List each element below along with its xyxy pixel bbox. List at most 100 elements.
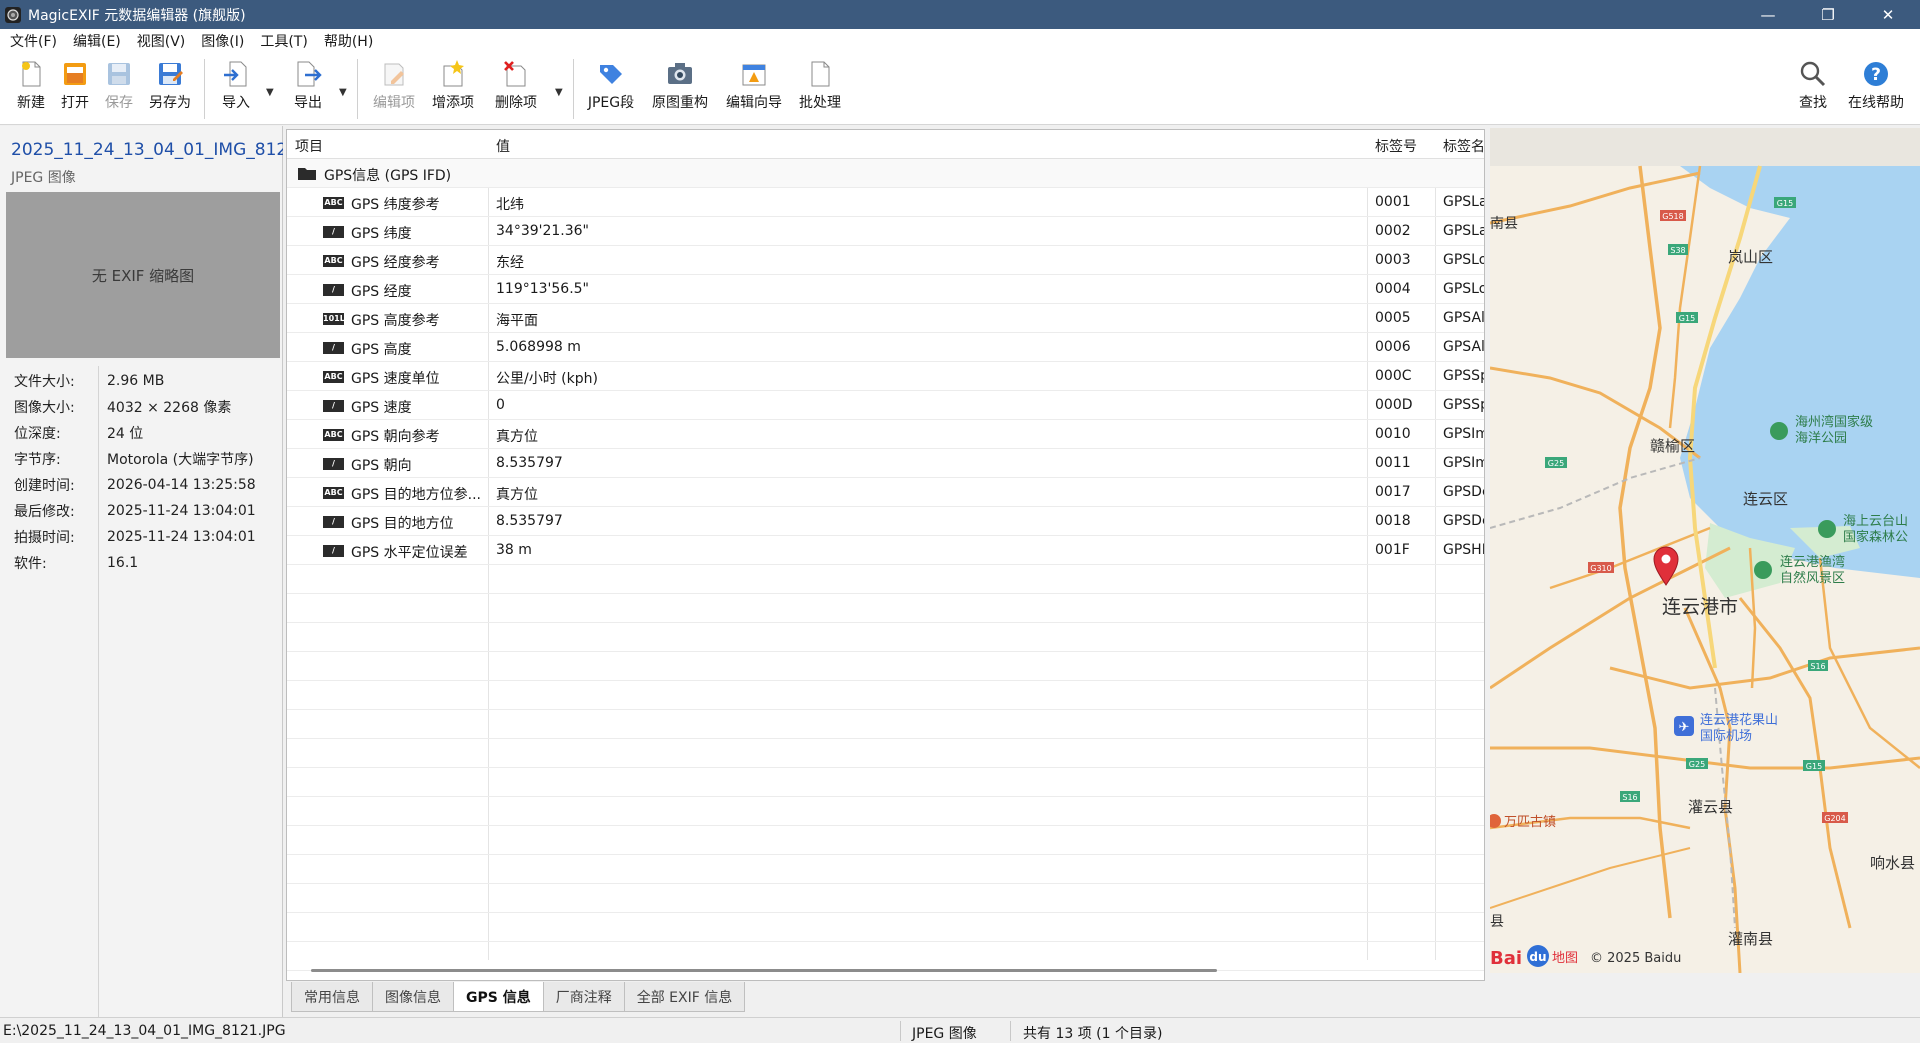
rational-type-icon: /	[323, 284, 344, 296]
property-row: 软件: 16.1	[0, 550, 283, 576]
property-row: 最后修改: 2025-11-24 13:04:01	[0, 498, 283, 524]
import-dropdown-icon[interactable]: ▼	[266, 87, 274, 98]
restore-button[interactable]: ❐	[1800, 0, 1856, 29]
save-disk-icon	[108, 63, 130, 85]
folder-icon	[298, 168, 316, 180]
table-row[interactable]: / GPS 水平定位误差 38 m 001F GPSHPositioningError	[287, 536, 1484, 565]
property-key: 图像大小:	[14, 400, 75, 416]
tab-common-info[interactable]: 常用信息	[291, 982, 373, 1012]
tab-maker-notes[interactable]: 厂商注释	[542, 982, 625, 1012]
table-row[interactable]: ABC GPS 速度单位 公里/小时 (kph) 000C GPSSpeedRef	[287, 362, 1485, 391]
property-key: 拍摄时间:	[14, 530, 75, 546]
menu-file[interactable]: 文件(F)	[2, 31, 65, 51]
road-shield-label: S16	[1810, 662, 1825, 671]
header-tag-name[interactable]: 标签名	[1443, 136, 1484, 156]
import-button[interactable]: 导入	[218, 59, 254, 121]
edit-item-button[interactable]: 编辑项	[370, 59, 418, 121]
property-value: 4032 × 2268 像素	[107, 400, 232, 416]
property-key: 软件:	[14, 556, 47, 572]
row-value[interactable]: 8.535797	[496, 455, 563, 471]
online-help-button[interactable]: ? 在线帮助	[1844, 59, 1908, 121]
map-copyright: © 2025 Baidu	[1590, 951, 1681, 966]
menu-view[interactable]: 视图(V)	[129, 31, 194, 51]
map-label-ganyu: 赣榆区	[1650, 437, 1695, 455]
close-button[interactable]: ✕	[1860, 0, 1916, 29]
menu-image[interactable]: 图像(I)	[193, 31, 252, 51]
table-row[interactable]: 101L GPS 高度参考 海平面 0005 GPSAltitudeRef	[287, 304, 1485, 333]
rational-type-icon: /	[323, 400, 344, 412]
export-dropdown-icon[interactable]: ▼	[339, 87, 347, 98]
row-value[interactable]: 0	[496, 397, 505, 413]
property-key: 创建时间:	[14, 478, 75, 494]
save-button[interactable]: 保存	[100, 59, 138, 121]
ascii-type-icon: ABC	[323, 429, 344, 441]
delete-item-button[interactable]: 删除项	[492, 59, 540, 121]
table-row[interactable]: / GPS 高度 5.068998 m 0006 GPSAltitude	[287, 333, 1484, 362]
table-row[interactable]: / GPS 纬度 34°39'21.36" 0002 GPSLatitude	[287, 217, 1484, 246]
export-button[interactable]: 导出	[290, 59, 326, 121]
rebuild-button[interactable]: 原图重构	[648, 59, 712, 121]
delete-dropdown-icon[interactable]: ▼	[555, 87, 563, 98]
row-value[interactable]: 119°13'56.5"	[496, 281, 589, 297]
new-button[interactable]: 新建	[12, 59, 50, 121]
find-label: 查找	[1799, 95, 1827, 111]
row-value[interactable]: 东经	[496, 252, 524, 272]
header-value[interactable]: 值	[496, 136, 510, 156]
row-tag-name: GPSSpeedRef	[1443, 368, 1485, 384]
table-row[interactable]: / GPS 速度 0 000D GPSSpeed	[287, 391, 1484, 420]
minimize-button[interactable]: —	[1740, 0, 1796, 29]
group-row-gps-ifd[interactable]: GPS信息 (GPS IFD)	[287, 159, 1484, 188]
ascii-type-icon: ABC	[323, 487, 344, 499]
wizard-button[interactable]: 编辑向导	[722, 59, 786, 121]
table-row[interactable]: ABC GPS 经度参考 东经 0003 GPSLongitudeRef	[287, 246, 1484, 275]
row-item-name: GPS 高度参考	[351, 313, 440, 329]
row-value[interactable]: 海平面	[496, 310, 538, 330]
batch-button[interactable]: 批处理	[794, 59, 846, 121]
edit-item-label: 编辑项	[373, 95, 415, 111]
add-item-button[interactable]: 增添项	[429, 59, 477, 121]
table-row[interactable]: / GPS 朝向 8.535797 0011 GPSImgDirection	[287, 449, 1484, 478]
toolbar-separator	[204, 59, 205, 119]
header-tag-number[interactable]: 标签号	[1375, 136, 1417, 156]
tab-gps-info[interactable]: GPS 信息	[453, 982, 544, 1012]
table-row[interactable]: ABC GPS 纬度参考 北纬 0001 GPSLatitudeRef	[287, 188, 1484, 217]
tab-all-exif[interactable]: 全部 EXIF 信息	[623, 982, 746, 1012]
add-item-icon	[443, 60, 464, 87]
row-value[interactable]: 真方位	[496, 484, 538, 504]
row-value[interactable]: 真方位	[496, 426, 538, 446]
menu-bar: 文件(F) 编辑(E) 视图(V) 图像(I) 工具(T) 帮助(H)	[0, 29, 1920, 53]
row-value[interactable]: 5.068998 m	[496, 339, 581, 355]
menu-help[interactable]: 帮助(H)	[316, 31, 381, 51]
empty-row	[287, 768, 1484, 797]
row-item-name: GPS 经度参考	[351, 255, 440, 271]
property-key: 位深度:	[14, 426, 61, 442]
header-item[interactable]: 项目	[295, 136, 323, 156]
thumbnail-text: 无 EXIF 缩略图	[91, 266, 195, 285]
row-tag-name: GPSAltitudeRef	[1443, 310, 1485, 326]
row-value[interactable]: 8.535797	[496, 513, 563, 529]
location-map[interactable]: 南县 岚山区 赣榆区 海州湾国家级 海洋公园 连云区 海上云台山 国家森林公 连…	[1490, 128, 1920, 973]
road-shield-label: G204	[1824, 814, 1845, 823]
jpeg-segment-button[interactable]: JPEG段	[584, 59, 638, 121]
table-row[interactable]: ABC GPS 朝向参考 真方位 0010 GPSImgDirectionRef	[287, 420, 1484, 449]
table-row[interactable]: / GPS 目的地方位 8.535797 0018 GPSDestBearing	[287, 507, 1484, 536]
find-button[interactable]: 查找	[1795, 59, 1831, 121]
row-value[interactable]: 北纬	[496, 194, 524, 214]
table-row[interactable]: / GPS 经度 119°13'56.5" 0004 GPSLongitude	[287, 275, 1484, 304]
tab-image-info[interactable]: 图像信息	[372, 982, 454, 1012]
empty-row	[287, 913, 1484, 942]
menu-tools[interactable]: 工具(T)	[252, 31, 315, 51]
row-value[interactable]: 34°39'21.36"	[496, 223, 589, 239]
menu-edit[interactable]: 编辑(E)	[65, 31, 129, 51]
property-row: 位深度: 24 位	[0, 420, 283, 446]
map-label-haishang-2: 国家森林公	[1843, 529, 1908, 545]
row-value[interactable]: 公里/小时 (kph)	[496, 368, 598, 388]
horizontal-scrollbar[interactable]	[311, 969, 1217, 972]
table-row[interactable]: ABC GPS 目的地方位参... 真方位 0017 GPSDestBearingRef	[287, 478, 1484, 507]
save-as-button[interactable]: 另存为	[144, 59, 196, 121]
open-button[interactable]: 打开	[56, 59, 94, 121]
airplane-icon: ✈	[1679, 720, 1690, 735]
row-item-name: GPS 纬度	[351, 226, 412, 242]
road-shield-label: G25	[1548, 459, 1564, 468]
row-value[interactable]: 38 m	[496, 542, 532, 558]
